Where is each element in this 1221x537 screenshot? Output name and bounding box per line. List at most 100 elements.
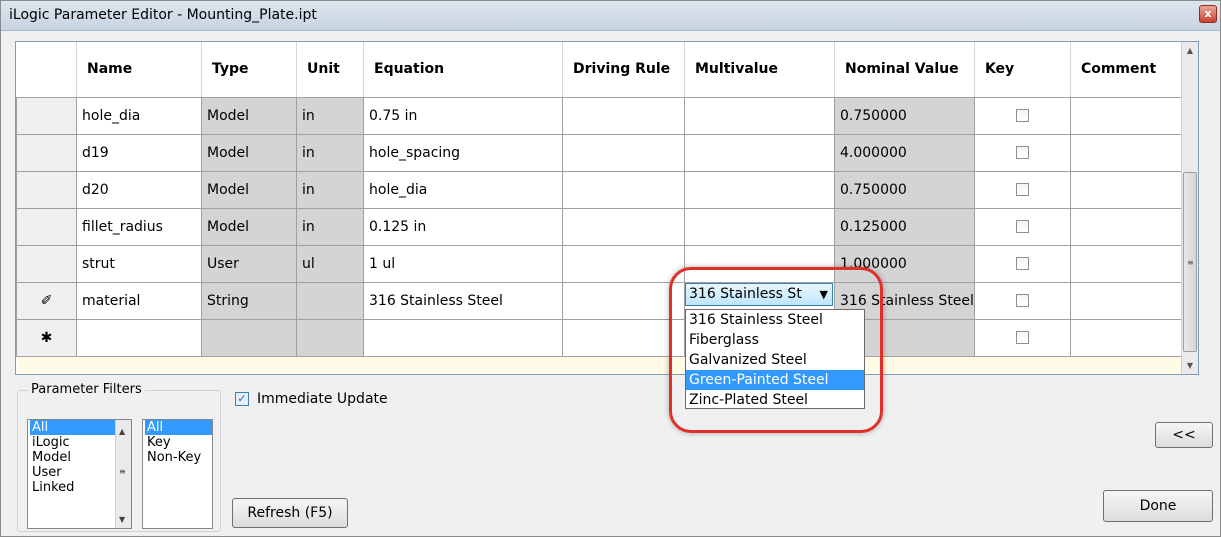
filter-list-item[interactable]: Key [145, 435, 212, 450]
cell-equation[interactable]: 0.75 in [363, 96, 563, 135]
filter-source-listbox[interactable]: All iLogic Model User Linked ▲ ≡ ▼ [27, 419, 132, 529]
row-selector[interactable]: ✐ [16, 281, 77, 320]
filter-key-listbox[interactable]: All Key Non-Key [142, 419, 213, 529]
cell-name[interactable]: material [76, 281, 202, 320]
dropdown-option[interactable]: Green-Painted Steel [686, 370, 864, 390]
row-selector[interactable] [16, 170, 77, 209]
cell-comment[interactable] [1069, 318, 1191, 357]
cell-name[interactable]: d19 [76, 133, 202, 172]
cell-comment[interactable] [1069, 133, 1191, 172]
cell-comment[interactable] [1069, 281, 1191, 320]
key-checkbox[interactable] [1015, 331, 1029, 344]
cell-key[interactable] [973, 207, 1071, 246]
key-checkbox[interactable] [1015, 220, 1029, 233]
cell-driving-rule[interactable] [562, 133, 685, 172]
cell-name[interactable]: fillet_radius [76, 207, 202, 246]
cell-driving-rule[interactable] [562, 170, 685, 209]
dropdown-option[interactable]: Zinc-Plated Steel [686, 390, 864, 410]
col-header-type[interactable]: Type [201, 42, 297, 98]
table-row[interactable]: strut User ul 1 ul 1.000000 [16, 244, 1191, 283]
cell-equation[interactable]: hole_dia [363, 170, 563, 209]
cell-comment[interactable] [1069, 207, 1191, 246]
row-selector[interactable] [16, 96, 77, 135]
cell-key[interactable] [973, 133, 1071, 172]
scroll-up-arrow-icon[interactable]: ▲ [1182, 42, 1198, 59]
col-header-key[interactable]: Key [974, 42, 1071, 98]
key-checkbox[interactable] [1015, 294, 1029, 307]
key-checkbox[interactable] [1015, 183, 1029, 196]
cell-name[interactable]: hole_dia [76, 96, 202, 135]
cell-unit: in [296, 96, 364, 135]
cell-type: User [201, 244, 297, 283]
cell-multivalue[interactable] [684, 170, 835, 209]
dropdown-option[interactable]: 316 Stainless Steel [686, 310, 864, 330]
cell-equation[interactable]: 1 ul [363, 244, 563, 283]
scroll-thumb[interactable]: ≡ [1183, 172, 1197, 352]
key-checkbox[interactable] [1015, 146, 1029, 159]
cell-key[interactable] [973, 244, 1071, 283]
cell-driving-rule[interactable] [562, 96, 685, 135]
row-selector-header [16, 42, 77, 98]
row-selector[interactable] [16, 133, 77, 172]
multivalue-combobox[interactable]: 316 Stainless St ▼ [685, 283, 833, 306]
col-header-comment[interactable]: Comment [1070, 42, 1191, 98]
cell-equation[interactable]: hole_spacing [363, 133, 563, 172]
cell-multivalue[interactable] [684, 96, 835, 135]
col-header-name[interactable]: Name [76, 42, 202, 98]
table-row[interactable]: fillet_radius Model in 0.125 in 0.125000 [16, 207, 1191, 246]
scroll-down-arrow-icon[interactable]: ▼ [119, 512, 125, 527]
cell-multivalue[interactable] [684, 207, 835, 246]
dropdown-option[interactable]: Galvanized Steel [686, 350, 864, 370]
table-row[interactable]: d19 Model in hole_spacing 4.000000 [16, 133, 1191, 172]
table-row[interactable]: hole_dia Model in 0.75 in 0.750000 [16, 96, 1191, 135]
cell-driving-rule[interactable] [562, 244, 685, 283]
key-checkbox[interactable] [1015, 257, 1029, 270]
cell-unit: in [296, 133, 364, 172]
cell-comment[interactable] [1069, 96, 1191, 135]
close-button[interactable]: x [1199, 5, 1217, 23]
done-button[interactable]: Done [1103, 490, 1213, 522]
cell-comment[interactable] [1069, 170, 1191, 209]
collapse-button[interactable]: << [1155, 422, 1213, 448]
cell-multivalue[interactable] [684, 133, 835, 172]
cell-equation[interactable]: 316 Stainless Steel [363, 281, 563, 320]
row-selector[interactable]: ✱ [16, 318, 77, 357]
cell-name[interactable]: strut [76, 244, 202, 283]
cell-driving-rule[interactable] [562, 207, 685, 246]
cell-key[interactable] [973, 318, 1071, 357]
filter-list-item[interactable]: Non-Key [145, 450, 212, 465]
refresh-button[interactable]: Refresh (F5) [232, 498, 348, 528]
cell-driving-rule[interactable] [562, 318, 685, 357]
key-checkbox[interactable] [1015, 109, 1029, 122]
scroll-up-arrow-icon[interactable]: ▲ [119, 424, 125, 439]
scroll-down-arrow-icon[interactable]: ▼ [1182, 357, 1198, 374]
window-title: iLogic Parameter Editor - Mounting_Plate… [9, 7, 317, 23]
col-header-driving-rule[interactable]: Driving Rule [562, 42, 685, 98]
row-selector[interactable] [16, 244, 77, 283]
row-selector[interactable] [16, 207, 77, 246]
cell-type: Model [201, 96, 297, 135]
cell-name[interactable] [76, 318, 202, 357]
col-header-nominal-value[interactable]: Nominal Value [834, 42, 975, 98]
table-row[interactable]: d20 Model in hole_dia 0.750000 [16, 170, 1191, 209]
dropdown-option[interactable]: Fiberglass [686, 330, 864, 350]
cell-equation[interactable]: 0.125 in [363, 207, 563, 246]
cell-key[interactable] [973, 281, 1071, 320]
filter-listbox-scrollbar[interactable]: ▲ ≡ ▼ [115, 420, 131, 528]
filter-list-item[interactable]: All [145, 420, 212, 435]
cell-comment[interactable] [1069, 244, 1191, 283]
table-row[interactable]: ✱ [16, 318, 1191, 357]
col-header-unit[interactable]: Unit [296, 42, 364, 98]
cell-driving-rule[interactable] [562, 281, 685, 320]
col-header-equation[interactable]: Equation [363, 42, 563, 98]
cell-equation[interactable] [363, 318, 563, 357]
cell-key[interactable] [973, 96, 1071, 135]
col-header-multivalue[interactable]: Multivalue [684, 42, 835, 98]
cell-nominal-value: 0.750000 [834, 170, 975, 209]
cell-key[interactable] [973, 170, 1071, 209]
cell-name[interactable]: d20 [76, 170, 202, 209]
grid-vertical-scrollbar[interactable]: ▲ ≡ ▼ [1181, 42, 1198, 374]
table-row[interactable]: ✐ material String 316 Stainless Steel 316 St… [16, 281, 1191, 320]
immediate-update-checkbox[interactable]: ✓ [235, 392, 249, 406]
dropdown-arrow-icon[interactable]: ▼ [820, 284, 828, 305]
